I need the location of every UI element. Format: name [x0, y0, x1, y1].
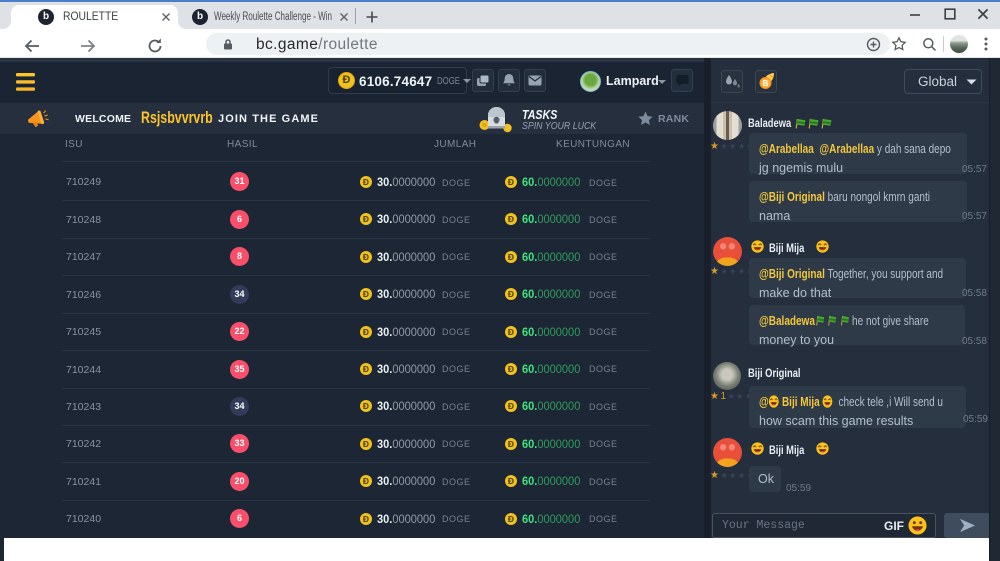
svg-text:B: B	[763, 79, 769, 88]
